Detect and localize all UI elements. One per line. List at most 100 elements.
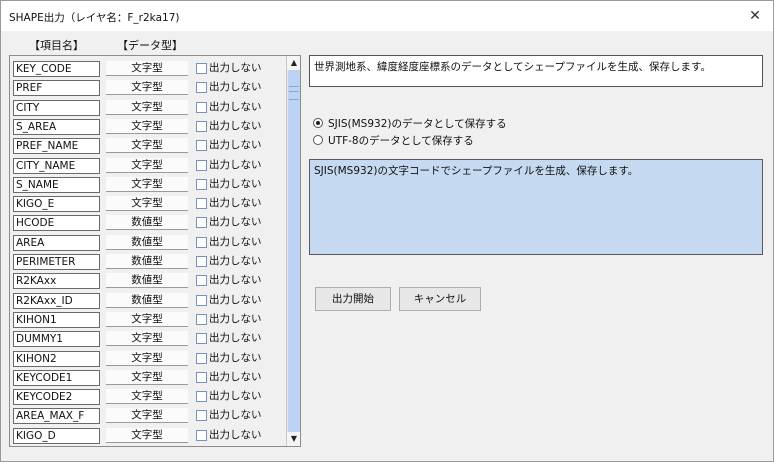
exclude-checkbox-label[interactable]: 出力しない — [209, 351, 262, 365]
cancel-button[interactable]: キャンセル — [399, 287, 481, 311]
exclude-checkbox-label[interactable]: 出力しない — [209, 80, 262, 94]
field-name-input[interactable]: R2KAxx — [13, 273, 100, 290]
field-name-input[interactable]: S_AREA — [13, 118, 100, 135]
field-name-input[interactable]: KIHON2 — [13, 350, 100, 367]
exclude-checkbox-label[interactable]: 出力しない — [209, 235, 262, 249]
field-name-input[interactable]: CITY — [13, 99, 100, 116]
field-name-input[interactable]: HCODE — [13, 215, 100, 232]
field-type-value: 文字型 — [106, 61, 188, 76]
radio-utf8[interactable]: UTF-8のデータとして保存する — [313, 132, 474, 148]
exclude-checkbox-label[interactable]: 出力しない — [209, 196, 262, 210]
exclude-checkbox[interactable] — [196, 101, 207, 113]
exclude-checkbox[interactable] — [196, 82, 207, 94]
exclude-checkbox[interactable] — [196, 410, 207, 422]
field-name-input[interactable]: KIHON1 — [13, 311, 100, 328]
field-type-value: 文字型 — [106, 369, 188, 385]
exclude-checkbox-label[interactable]: 出力しない — [209, 138, 262, 152]
exclude-checkbox[interactable] — [196, 333, 207, 345]
field-type-value: 文字型 — [106, 118, 188, 134]
exclude-checkbox[interactable] — [196, 294, 207, 306]
radio-utf8-label[interactable]: UTF-8のデータとして保存する — [328, 133, 474, 148]
exclude-checkbox[interactable] — [196, 352, 207, 364]
exclude-checkbox-label[interactable]: 出力しない — [209, 331, 262, 345]
exclude-checkbox[interactable] — [196, 217, 207, 229]
radio-sjis-button[interactable] — [313, 118, 323, 128]
exclude-checkbox[interactable] — [196, 429, 207, 441]
field-name-input[interactable]: KEY_CODE — [13, 61, 100, 77]
exclude-checkbox[interactable] — [196, 63, 207, 74]
exclude-checkbox[interactable] — [196, 120, 207, 132]
exclude-checkbox-label[interactable]: 出力しない — [209, 273, 262, 287]
field-type-value: 文字型 — [106, 196, 188, 212]
start-export-button[interactable]: 出力開始 — [315, 287, 391, 311]
exclude-checkbox-label[interactable]: 出力しない — [209, 100, 262, 114]
scroll-down-icon[interactable]: ▼ — [287, 432, 300, 446]
radio-utf8-button[interactable] — [313, 135, 323, 145]
field-name-input[interactable]: AREA — [13, 234, 100, 251]
field-row: S_AREA 文字型 出力しない — [10, 117, 285, 136]
exclude-checkbox-label[interactable]: 出力しない — [209, 119, 262, 133]
field-row: DUMMY1 文字型 出力しない — [10, 329, 285, 348]
header-data-type: 【データ型】 — [117, 39, 183, 52]
field-row: CITY_NAME 文字型 出力しない — [10, 156, 285, 175]
exclude-checkbox-label[interactable]: 出力しない — [209, 177, 262, 191]
field-name-input[interactable]: KEYCODE2 — [13, 389, 100, 406]
field-name-input[interactable]: AREA_MAX_F — [13, 408, 100, 425]
field-name-input[interactable]: PERIMETER — [13, 254, 100, 270]
field-name-input[interactable]: CITY_NAME — [13, 157, 100, 174]
exclude-checkbox[interactable] — [196, 140, 207, 152]
exclude-checkbox[interactable] — [196, 159, 207, 171]
exclude-checkbox-label[interactable]: 出力しない — [209, 370, 262, 384]
field-name-input[interactable]: PREF — [13, 80, 100, 97]
scroll-up-icon[interactable]: ▲ — [287, 56, 300, 70]
exclude-checkbox[interactable] — [196, 391, 207, 403]
scroll-thumb[interactable] — [288, 70, 300, 432]
radio-sjis[interactable]: SJIS(MS932)のデータとして保存する — [313, 115, 507, 131]
exclude-checkbox-label[interactable]: 出力しない — [209, 293, 262, 307]
field-row: KEYCODE2 文字型 出力しない — [10, 387, 285, 406]
field-row: AREA_MAX_F 文字型 出力しない — [10, 406, 285, 425]
exclude-checkbox[interactable] — [196, 256, 207, 267]
exclude-checkbox[interactable] — [196, 371, 207, 383]
field-name-input[interactable]: KEYCODE1 — [13, 369, 100, 386]
field-row: KIGO_E 文字型 出力しない — [10, 194, 285, 213]
field-row: R2KAxx 数値型 出力しない — [10, 271, 285, 290]
field-list-scrollbar[interactable]: ▲ ▼ — [286, 56, 300, 446]
radio-sjis-label[interactable]: SJIS(MS932)のデータとして保存する — [328, 116, 507, 131]
field-row: KEYCODE1 文字型 出力しない — [10, 368, 285, 387]
field-type-value: 数値型 — [106, 215, 188, 231]
exclude-checkbox[interactable] — [196, 236, 207, 248]
field-list[interactable]: KEY_CODE 文字型 出力しない PREF 文字型 出力しない CITY 文字型 出力しない… — [9, 55, 301, 447]
exclude-checkbox[interactable] — [196, 198, 207, 210]
exclude-checkbox-label[interactable]: 出力しない — [209, 61, 262, 75]
field-type-value: 数値型 — [106, 254, 188, 269]
field-row: PREF_NAME 文字型 出力しない — [10, 136, 285, 155]
title-bar[interactable]: SHAPE出力（レイヤ名：F_r2ka17) ✕ — [1, 1, 773, 31]
field-type-value: 数値型 — [106, 292, 188, 308]
field-row: R2KAxx_ID 数値型 出力しない — [10, 291, 285, 310]
exclude-checkbox[interactable] — [196, 178, 207, 190]
field-type-value: 文字型 — [106, 311, 188, 327]
field-row: AREA 数値型 出力しない — [10, 233, 285, 252]
exclude-checkbox[interactable] — [196, 275, 207, 287]
exclude-checkbox-label[interactable]: 出力しない — [209, 408, 262, 422]
exclude-checkbox-label[interactable]: 出力しない — [209, 215, 262, 229]
exclude-checkbox[interactable] — [196, 313, 207, 325]
close-icon[interactable]: ✕ — [743, 5, 767, 27]
field-name-input[interactable]: DUMMY1 — [13, 331, 100, 348]
field-name-input[interactable]: KIGO_D — [13, 427, 100, 444]
exclude-checkbox-label[interactable]: 出力しない — [209, 158, 262, 172]
field-row: S_NAME 文字型 出力しない — [10, 175, 285, 194]
field-name-input[interactable]: R2KAxx_ID — [13, 292, 100, 309]
field-type-value: 文字型 — [106, 176, 188, 192]
scroll-grip-icon — [289, 86, 299, 100]
exclude-checkbox-label[interactable]: 出力しない — [209, 254, 262, 268]
description-text: 世界測地系、緯度経度座標系のデータとしてシェープファイルを生成、保存します。 — [309, 55, 763, 87]
field-name-input[interactable]: S_NAME — [13, 176, 100, 193]
window-title: SHAPE出力（レイヤ名：F_r2ka17) — [9, 12, 180, 24]
field-name-input[interactable]: PREF_NAME — [13, 138, 100, 155]
field-name-input[interactable]: KIGO_E — [13, 196, 100, 213]
exclude-checkbox-label[interactable]: 出力しない — [209, 389, 262, 403]
exclude-checkbox-label[interactable]: 出力しない — [209, 312, 262, 326]
exclude-checkbox-label[interactable]: 出力しない — [209, 428, 262, 442]
